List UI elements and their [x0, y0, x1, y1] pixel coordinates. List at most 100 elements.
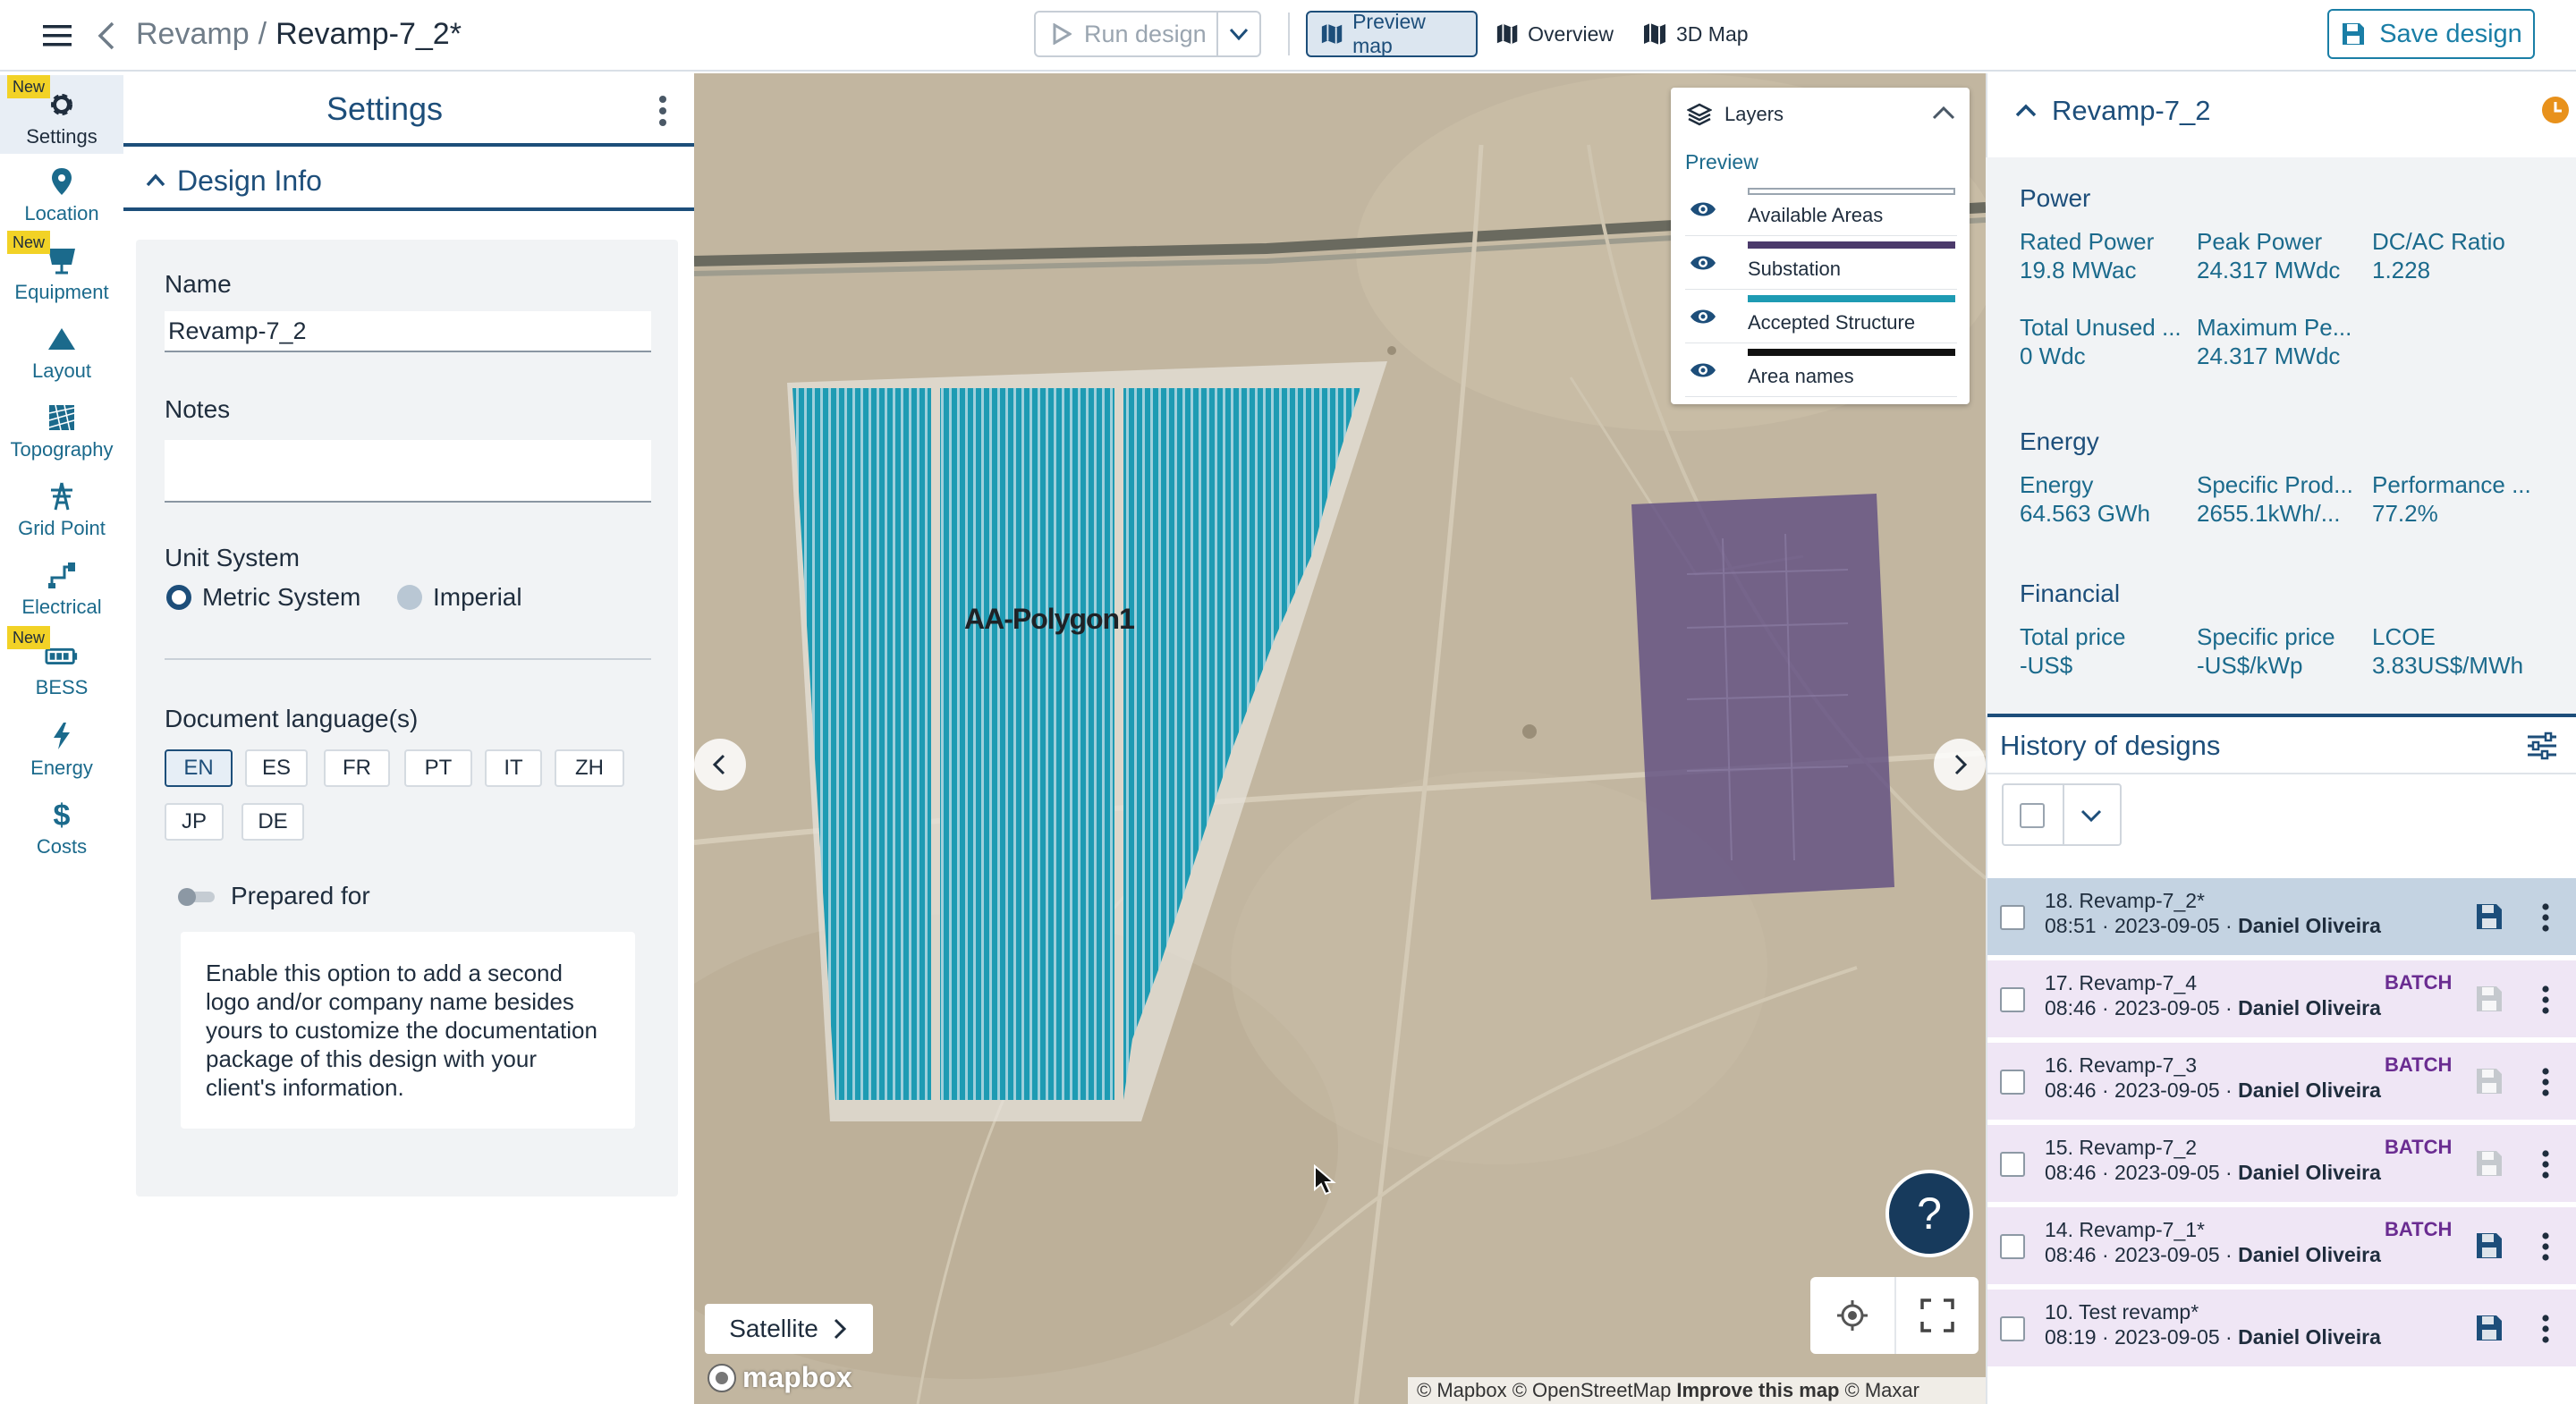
kebab-menu-icon[interactable]: [2537, 1229, 2555, 1264]
batch-badge: BATCH: [2385, 1053, 2453, 1076]
nav-item-label: Layout: [31, 359, 92, 382]
attribution-sources[interactable]: © Mapbox © OpenStreetMap: [1417, 1379, 1671, 1402]
layer-name: Available Areas: [1748, 204, 1884, 226]
nav-item-costs[interactable]: $ Costs: [0, 785, 123, 864]
help-button[interactable]: ?: [1885, 1170, 1973, 1257]
design-author: Daniel Oliveira: [2238, 1161, 2381, 1184]
floppy-disk-icon[interactable]: [2474, 1313, 2504, 1343]
imperial-radio[interactable]: Imperial: [397, 583, 522, 612]
language-chip-jp[interactable]: JP: [165, 803, 224, 841]
design-time: 08:46 · 2023-09-05 ·: [2045, 1161, 2239, 1184]
nav-item-electrical[interactable]: Electrical: [0, 546, 123, 624]
eye-icon[interactable]: [1689, 252, 1717, 274]
locate-button[interactable]: [1810, 1277, 1894, 1354]
fullscreen-button[interactable]: [1894, 1277, 1979, 1354]
summary-header[interactable]: Revamp-7_2: [2014, 89, 2210, 132]
run-design-button[interactable]: Run design: [1034, 11, 1218, 57]
layer-row[interactable]: Substation: [1685, 238, 1957, 290]
attribution-maxar[interactable]: © Maxar: [1845, 1379, 1919, 1402]
map-prev-button[interactable]: [694, 739, 746, 791]
floppy-disk-icon[interactable]: [2474, 1066, 2504, 1096]
eye-icon[interactable]: [1689, 306, 1717, 327]
breadcrumb-project[interactable]: Revamp: [136, 17, 250, 51]
map-next-button[interactable]: [1934, 739, 1986, 791]
satellite-label: Satellite: [729, 1315, 818, 1342]
row-checkbox[interactable]: [2000, 1234, 2025, 1259]
summary-metric: Peak Power 24.317 MWdc: [2197, 227, 2376, 284]
preview-map-tab[interactable]: Preview map: [1306, 10, 1478, 57]
prepared-for-toggle[interactable]: [177, 887, 216, 907]
filter-sliders-icon[interactable]: [2526, 732, 2558, 760]
save-design-button[interactable]: Save design: [2327, 9, 2535, 59]
history-row[interactable]: 15. Revamp-7_2 08:46 · 2023-09-05 · Danie…: [1987, 1125, 2576, 1202]
language-chip-de[interactable]: DE: [242, 803, 304, 841]
kebab-menu-icon[interactable]: [2537, 1146, 2555, 1182]
row-checkbox[interactable]: [2000, 1070, 2025, 1095]
nav-item-settings[interactable]: New Settings: [0, 75, 123, 154]
language-chip-es[interactable]: ES: [245, 749, 308, 787]
layers-header[interactable]: Layers: [1687, 100, 1784, 129]
satellite-style-button[interactable]: Satellite: [705, 1304, 873, 1354]
improve-map-link[interactable]: Improve this map: [1676, 1379, 1839, 1402]
layer-row[interactable]: Accepted Structure: [1685, 292, 1957, 343]
row-checkbox[interactable]: [2000, 1316, 2025, 1341]
layer-row[interactable]: Available Areas: [1685, 184, 1957, 236]
history-row[interactable]: 14. Revamp-7_1* 08:46 · 2023-09-05 · Dani…: [1987, 1207, 2576, 1284]
bulk-select-dropdown[interactable]: [2002, 783, 2122, 846]
chevron-up-icon[interactable]: [1930, 100, 1957, 127]
nav-item-bess[interactable]: New BESS: [0, 626, 123, 705]
floppy-disk-icon[interactable]: [2474, 984, 2504, 1014]
3d-map-tab[interactable]: 3D Map: [1630, 11, 1769, 57]
map-icon: [1321, 23, 1343, 45]
eye-icon[interactable]: [1689, 359, 1717, 381]
language-chip-fr[interactable]: FR: [324, 749, 390, 787]
row-checkbox[interactable]: [2000, 905, 2025, 930]
language-chip-en[interactable]: EN: [165, 749, 233, 787]
nav-item-location[interactable]: Location: [0, 152, 123, 231]
history-row[interactable]: 10. Test revamp* 08:19 · 2023-09-05 · Dan…: [1987, 1290, 2576, 1366]
name-input[interactable]: [165, 311, 651, 352]
design-info-toggle[interactable]: Design Info: [145, 159, 322, 202]
hamburger-menu-icon[interactable]: [38, 16, 77, 55]
floppy-disk-icon[interactable]: [2474, 1231, 2504, 1261]
design-name: 17. Revamp-7_4: [2045, 971, 2198, 994]
eye-icon[interactable]: [1689, 199, 1717, 220]
kebab-menu-icon[interactable]: [2537, 1311, 2555, 1347]
metric-value: 19.8 MWac: [2020, 257, 2137, 283]
new-badge: New: [7, 75, 51, 98]
notes-input[interactable]: [165, 440, 651, 503]
history-row[interactable]: 17. Revamp-7_4 08:46 · 2023-09-05 · Danie…: [1987, 960, 2576, 1037]
nav-item-equipment[interactable]: New Equipment: [0, 231, 123, 309]
layer-row[interactable]: Area names: [1685, 345, 1957, 397]
nav-item-topography[interactable]: Topography: [0, 388, 123, 467]
kebab-menu-icon[interactable]: [2537, 1064, 2555, 1100]
accepted-structure-block[interactable]: [940, 388, 1114, 1100]
kebab-menu-icon[interactable]: [2537, 982, 2555, 1018]
nav-item-energy[interactable]: Energy: [0, 706, 123, 785]
language-chip-zh[interactable]: ZH: [555, 749, 624, 787]
metric-system-radio[interactable]: Metric System: [166, 583, 360, 612]
history-row[interactable]: 16. Revamp-7_3 08:46 · 2023-09-05 · Danie…: [1987, 1043, 2576, 1120]
design-name: 10. Test revamp*: [2045, 1300, 2199, 1324]
nav-item-grid-point[interactable]: Grid Point: [0, 467, 123, 546]
chevron-down-icon[interactable]: [2077, 801, 2106, 830]
run-design-dropdown[interactable]: [1216, 11, 1261, 57]
design-meta: 08:46 · 2023-09-05 · Daniel Oliveira: [2045, 1243, 2381, 1267]
breadcrumb: Revamp / Revamp-7_2*: [136, 13, 462, 55]
metric-label: Total Unused ...: [2020, 314, 2182, 341]
floppy-disk-icon[interactable]: [2474, 901, 2504, 932]
row-checkbox[interactable]: [2000, 1152, 2025, 1177]
svg-text:$: $: [54, 799, 71, 831]
language-chip-pt[interactable]: PT: [404, 749, 472, 787]
layers-panel: Layers Preview Available Areas Substation…: [1671, 88, 1970, 404]
nav-item-layout[interactable]: Layout: [0, 309, 123, 388]
overview-tab[interactable]: Overview: [1483, 11, 1626, 57]
back-arrow-icon[interactable]: [93, 16, 120, 55]
select-all-checkbox[interactable]: [2020, 803, 2045, 828]
row-checkbox[interactable]: [2000, 987, 2025, 1012]
kebab-menu-icon[interactable]: [649, 91, 676, 131]
floppy-disk-icon[interactable]: [2474, 1148, 2504, 1179]
kebab-menu-icon[interactable]: [2537, 900, 2555, 935]
language-chip-it[interactable]: IT: [485, 749, 542, 787]
history-row[interactable]: 18. Revamp-7_2* 08:51 · 2023-09-05 · Dani…: [1987, 878, 2576, 955]
